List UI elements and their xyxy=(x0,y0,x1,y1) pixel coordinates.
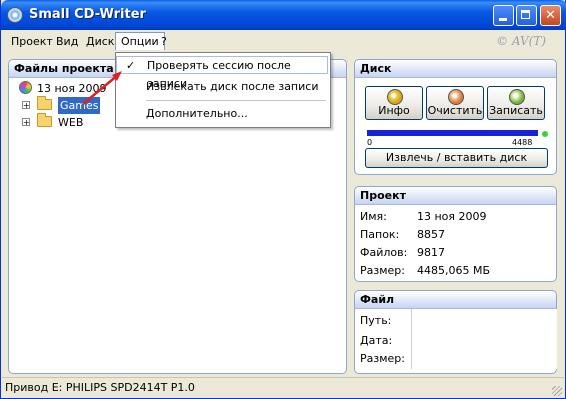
drive-status-dot xyxy=(542,131,548,137)
burn-disc-icon xyxy=(509,89,525,105)
main-window: Small CD-Writer ✕ Проект Вид Диск Опции … xyxy=(0,0,566,399)
file-date-key: Дата: xyxy=(360,334,393,347)
eject-insert-button[interactable]: Извлечь / вставить диск xyxy=(365,148,548,168)
menu-item-verify-session[interactable]: ✓ Проверять сессию после записи xyxy=(116,56,328,90)
project-name-key: Имя: xyxy=(360,210,387,223)
capacity-max-label: 4488 xyxy=(512,138,533,147)
file-size-key: Размер: xyxy=(360,352,405,365)
folder-icon xyxy=(37,113,52,127)
capacity-min-label: 0 xyxy=(367,138,373,147)
project-files-key: Файлов: xyxy=(360,246,408,259)
write-button[interactable]: Записать xyxy=(487,86,545,120)
expand-plus-icon[interactable]: + xyxy=(22,118,30,127)
project-folders-value: 8857 xyxy=(417,228,445,241)
file-info-header: Файл xyxy=(355,291,556,309)
close-icon: ✕ xyxy=(545,8,556,23)
menu-item-advanced[interactable]: Дополнительно... xyxy=(116,105,328,123)
status-text: Привод E: PHILIPS SPD2414T P1.0 xyxy=(5,381,195,394)
resize-grip-icon[interactable] xyxy=(552,386,562,396)
copyright-label: © AV(T) xyxy=(496,34,546,48)
expand-plus-icon[interactable]: + xyxy=(22,101,30,110)
clear-button-label: Очистить xyxy=(427,104,483,117)
file-path-key: Путь: xyxy=(360,314,392,327)
info-icon xyxy=(387,89,403,105)
close-button[interactable]: ✕ xyxy=(540,5,561,26)
project-name-value: 13 ноя 2009 xyxy=(417,210,487,223)
erase-disc-icon xyxy=(448,89,464,105)
clear-button[interactable]: Очистить xyxy=(426,86,484,120)
tree-item-label: WEB xyxy=(58,116,84,129)
maximize-icon xyxy=(521,10,530,19)
menu-item-eject-after-write[interactable]: Извлекать диск после записи xyxy=(116,78,328,96)
cd-disc-icon xyxy=(19,81,32,94)
project-size-value: 4485,065 МБ xyxy=(417,264,491,277)
maximize-button[interactable] xyxy=(516,5,537,26)
minimize-button[interactable] xyxy=(493,5,514,26)
tree-root-label: 13 ноя 2009 xyxy=(37,82,107,95)
menu-item-label: Дополнительно... xyxy=(146,107,248,120)
menu-item-label: Извлекать диск после записи xyxy=(146,80,319,93)
disk-header: Диск xyxy=(355,60,556,78)
project-folders-key: Папок: xyxy=(360,228,400,241)
capacity-bar xyxy=(367,130,538,136)
menu-disk[interactable]: Диск xyxy=(81,33,119,50)
info-button-label: Инфо xyxy=(378,104,410,117)
project-size-key: Размер: xyxy=(360,264,405,277)
tree-item-label: Games xyxy=(58,97,101,114)
menu-bar: Проект Вид Диск Опции ? © AV(T) xyxy=(2,30,564,52)
write-button-label: Записать xyxy=(489,104,543,117)
info-button[interactable]: Инфо xyxy=(365,86,423,120)
menu-view[interactable]: Вид xyxy=(51,33,83,50)
status-bar: Привод E: PHILIPS SPD2414T P1.0 xyxy=(2,377,564,398)
options-dropdown-menu: ✓ Проверять сессию после записи Извлекат… xyxy=(115,52,331,128)
menu-separator xyxy=(146,100,326,101)
folder-icon xyxy=(37,96,52,110)
cd-app-icon xyxy=(7,7,23,23)
project-info-panel: Проект Имя: 13 ноя 2009 Папок: 8857 Файл… xyxy=(354,186,557,282)
project-info-header: Проект xyxy=(355,187,556,205)
file-values-area xyxy=(411,309,557,369)
menu-help[interactable]: ? xyxy=(156,33,172,50)
minimize-icon xyxy=(499,18,507,21)
project-files-value: 9817 xyxy=(417,246,445,259)
checkmark-icon: ✓ xyxy=(126,59,136,72)
file-info-panel: Файл Путь: Дата: Размер: xyxy=(354,290,557,374)
title-bar[interactable]: Small CD-Writer ✕ xyxy=(1,0,566,30)
disk-panel: Диск Инфо Очистить Записать 0 4488 Извле… xyxy=(354,59,557,175)
window-title: Small CD-Writer xyxy=(29,7,146,22)
